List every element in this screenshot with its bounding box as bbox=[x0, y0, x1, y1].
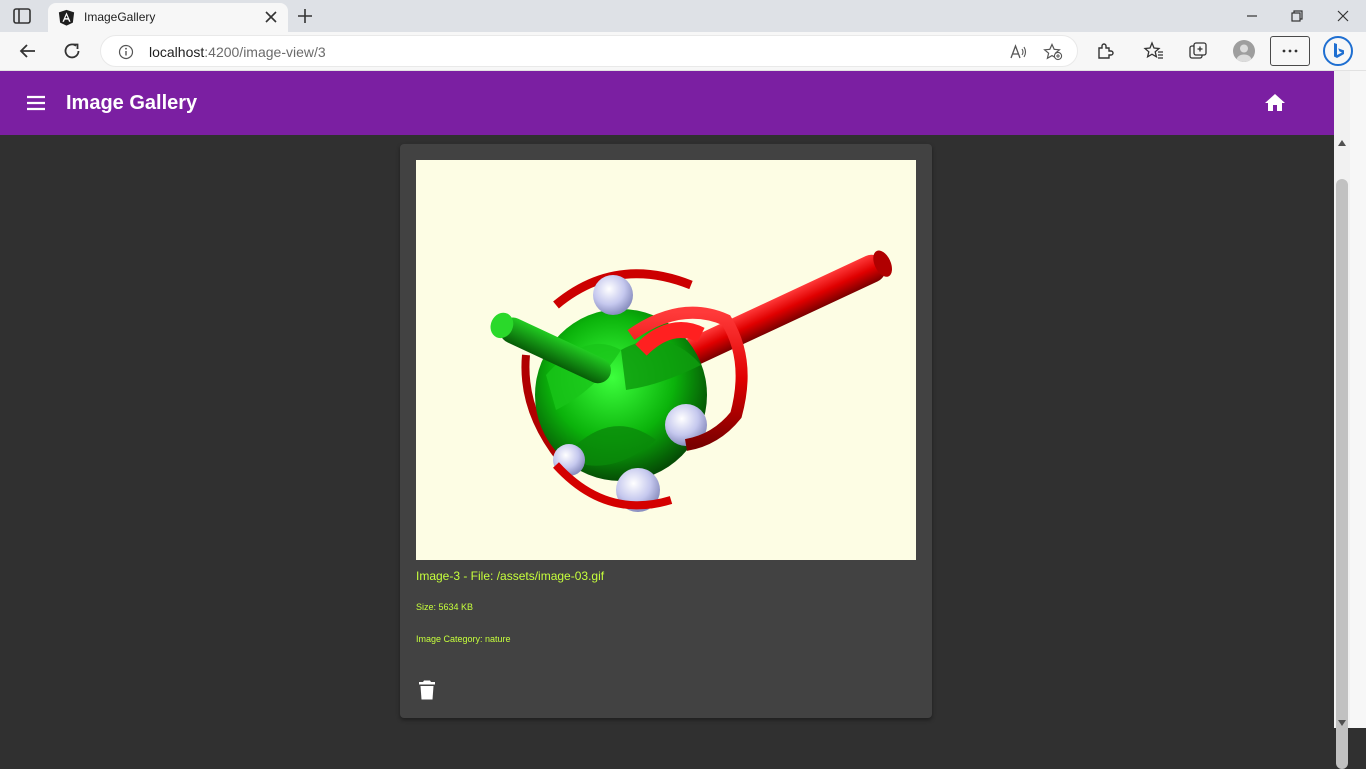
bing-chat-button[interactable] bbox=[1323, 36, 1353, 66]
tab-title: ImageGallery bbox=[84, 10, 156, 24]
favorites-icon[interactable] bbox=[1143, 40, 1165, 62]
url-text: localhost:4200/image-view/3 bbox=[149, 44, 326, 60]
tab-close-icon[interactable] bbox=[264, 10, 278, 24]
gallery-image bbox=[416, 160, 916, 560]
image-size: Size: 5634 KB bbox=[416, 602, 474, 612]
gear-sculpture-image bbox=[490, 250, 892, 512]
bing-icon bbox=[1334, 43, 1344, 58]
image-caption: Image-3 - File: /assets/image-03.gif bbox=[416, 569, 605, 583]
scroll-down-icon[interactable] bbox=[1338, 719, 1346, 727]
extensions-icon[interactable] bbox=[1094, 40, 1116, 62]
profile-avatar[interactable] bbox=[1233, 40, 1255, 62]
tab-actions-icon[interactable] bbox=[12, 7, 32, 25]
collections-icon[interactable] bbox=[1187, 40, 1209, 62]
more-icon bbox=[1282, 49, 1298, 53]
read-aloud-icon[interactable] bbox=[1009, 43, 1027, 61]
app-title: Image Gallery bbox=[66, 92, 198, 114]
site-info-icon[interactable] bbox=[118, 44, 134, 60]
back-icon[interactable] bbox=[17, 40, 39, 62]
scrollbar-thumb[interactable] bbox=[1336, 179, 1348, 769]
scroll-up-icon[interactable] bbox=[1338, 139, 1346, 147]
minimize-icon[interactable] bbox=[1244, 8, 1260, 24]
app-toolbar: Image Gallery bbox=[0, 71, 1350, 135]
refresh-icon[interactable] bbox=[61, 40, 83, 62]
menu-icon[interactable] bbox=[24, 91, 48, 115]
url-host: localhost bbox=[149, 44, 205, 60]
image-card: Image-3 - File: /assets/image-03.gif Siz… bbox=[400, 144, 932, 718]
new-tab-icon[interactable] bbox=[296, 7, 314, 25]
add-favorite-icon[interactable] bbox=[1043, 43, 1063, 61]
address-bar[interactable]: localhost:4200/image-view/3 bbox=[100, 35, 1078, 67]
url-path: :4200/image-view/3 bbox=[204, 44, 326, 60]
home-icon[interactable] bbox=[1263, 91, 1287, 115]
close-window-icon[interactable] bbox=[1335, 8, 1351, 24]
profile-icon bbox=[1236, 44, 1252, 62]
restore-icon[interactable] bbox=[1289, 8, 1305, 24]
main-content: Image-3 - File: /assets/image-03.gif Siz… bbox=[0, 135, 1334, 728]
settings-more-button[interactable] bbox=[1270, 36, 1310, 66]
browser-toolbar: localhost:4200/image-view/3 bbox=[0, 32, 1366, 71]
delete-icon[interactable] bbox=[418, 679, 436, 701]
image-category: Image Category: nature bbox=[416, 634, 511, 644]
page-scrollbar[interactable] bbox=[1334, 71, 1350, 769]
browser-right-gutter bbox=[1350, 71, 1366, 728]
browser-tab-bar: ImageGallery bbox=[0, 0, 1366, 32]
angular-logo-icon bbox=[58, 9, 75, 26]
browser-tab[interactable]: ImageGallery bbox=[48, 3, 288, 32]
